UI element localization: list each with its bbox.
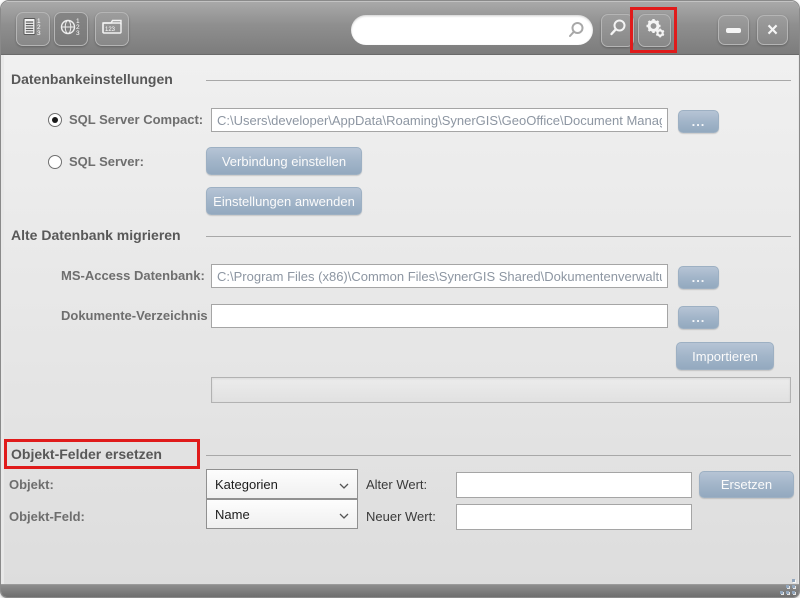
magnifier-icon	[608, 18, 628, 43]
radio-sql-server[interactable]	[48, 155, 62, 169]
section-title-migrate: Alte Datenbank migrieren	[11, 227, 181, 243]
document-list-numbers-button[interactable]: 123	[16, 12, 50, 46]
input-new-value[interactable]	[456, 504, 692, 530]
search-icon	[567, 21, 585, 44]
red-annotation-replace-title	[4, 439, 200, 469]
input-old-value[interactable]	[456, 472, 692, 498]
object-select-value: Kategorien	[215, 477, 278, 492]
search-input[interactable]	[363, 18, 561, 42]
red-annotation-gear-button	[630, 7, 677, 53]
globe-numbers-button[interactable]: 123	[54, 12, 88, 46]
input-sql-compact-path[interactable]	[211, 108, 668, 132]
browse-ms-access-button[interactable]: ...	[678, 266, 719, 289]
apply-settings-button[interactable]: Einstellungen anwenden	[206, 187, 362, 215]
svg-text:3: 3	[76, 30, 80, 37]
connect-button[interactable]: Verbindung einstellen	[206, 147, 362, 175]
resize-grip[interactable]	[780, 579, 796, 595]
radio-sql-server-compact[interactable]	[48, 113, 62, 127]
label-object-field: Objekt-Feld:	[9, 509, 85, 524]
object-field-select-value: Name	[215, 507, 250, 522]
browse-documents-button[interactable]: ...	[678, 306, 719, 329]
settings-window: 123 123	[0, 0, 800, 598]
folder-123-icon: 123	[100, 15, 124, 44]
section-title-database: Datenbankeinstellungen	[11, 71, 173, 87]
input-ms-access-path[interactable]	[211, 264, 668, 288]
label-sql-server-compact[interactable]: SQL Server Compact:	[69, 112, 203, 127]
folder-123-text: 123	[105, 27, 116, 33]
input-documents-directory[interactable]	[211, 304, 668, 328]
import-button[interactable]: Importieren	[676, 342, 774, 370]
svg-text:3: 3	[37, 30, 41, 37]
window-bottom-bar	[1, 584, 800, 597]
browse-sql-compact-button[interactable]: ...	[678, 110, 719, 133]
object-select[interactable]: Kategorien	[206, 469, 358, 499]
settings-panel: Datenbankeinstellungen SQL Server Compac…	[4, 55, 798, 586]
replace-button[interactable]: Ersetzen	[699, 471, 794, 498]
label-object: Objekt:	[9, 477, 54, 492]
import-progress-bar	[211, 377, 791, 403]
label-ms-access: MS-Access Datenbank:	[61, 268, 205, 283]
object-field-select[interactable]: Name	[206, 499, 358, 529]
close-button[interactable]: ×	[757, 15, 788, 45]
close-icon: ×	[767, 21, 778, 40]
minimize-button[interactable]	[718, 15, 749, 45]
label-sql-server[interactable]: SQL Server:	[69, 154, 144, 169]
chevron-down-icon	[339, 477, 349, 492]
search-box	[351, 15, 593, 45]
minimize-icon	[726, 28, 741, 33]
label-documents-directory: Dokumente-Verzeichnis	[61, 308, 208, 323]
section-divider	[206, 80, 791, 81]
section-divider	[206, 236, 791, 237]
label-old-value: Alter Wert:	[366, 477, 427, 492]
label-new-value: Neuer Wert:	[366, 509, 436, 524]
globe-numbers-icon: 123	[59, 15, 83, 44]
folder-123-button[interactable]: 123	[95, 12, 129, 46]
chevron-down-icon	[339, 507, 349, 522]
document-list-numbers-icon: 123	[21, 15, 45, 44]
toolbar: 123 123	[1, 1, 800, 55]
section-divider	[206, 455, 791, 456]
